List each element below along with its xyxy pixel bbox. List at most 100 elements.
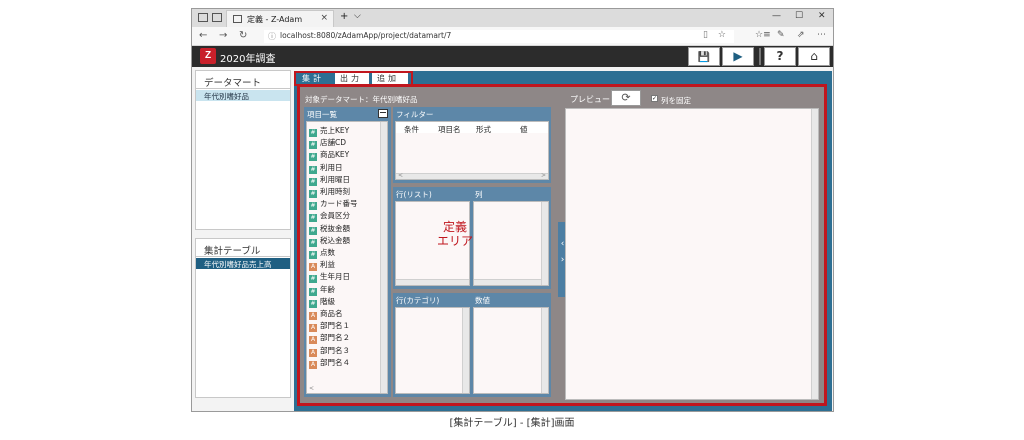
field-list-item[interactable]: # 利用日 <box>309 162 343 174</box>
field-name: 会員区分 <box>320 211 350 221</box>
address-bar[interactable]: ⓘ localhost:8080/zAdamApp/project/datama… <box>264 30 734 43</box>
preview-refresh-button[interactable]: ⟳ <box>611 90 641 106</box>
scroll-left-icon[interactable]: < <box>309 385 314 392</box>
share-icon[interactable]: ⇗ <box>797 30 805 40</box>
numeric-field-icon: # <box>309 202 317 211</box>
field-list-item[interactable]: # 税込金額 <box>309 235 350 247</box>
tab-actions-icon[interactable] <box>198 13 208 22</box>
field-name: 階級 <box>320 296 335 306</box>
field-name: 店舗CD <box>320 138 347 148</box>
reload-icon[interactable]: ↻ <box>239 30 247 41</box>
filter-panel: フィルター 条件 項目名 形式 値 < > <box>393 107 551 183</box>
filter-scrollbar[interactable] <box>396 173 548 179</box>
text-field-icon: A <box>309 348 317 357</box>
field-list-item[interactable]: # 点数 <box>309 247 335 259</box>
definition-area-label: 定義 エリア <box>423 220 487 248</box>
tab-add[interactable]: 追加 <box>372 73 408 84</box>
run-button[interactable]: ▶ <box>722 47 754 66</box>
field-list-item[interactable]: # 利用時刻 <box>309 186 350 198</box>
field-list-item[interactable]: # カード番号 <box>309 198 358 211</box>
field-name: 年齢 <box>320 284 335 294</box>
field-name: 売上KEY <box>320 126 350 135</box>
value-dropzone[interactable] <box>473 307 549 394</box>
field-list-item[interactable]: # 年齢 <box>309 284 335 296</box>
filter-col-field: 項目名 <box>438 125 461 134</box>
figure-caption: [集計テーブル] - [集計]画面 <box>449 418 575 429</box>
notes-icon[interactable]: ✎ <box>777 30 785 40</box>
forward-icon[interactable]: → <box>219 30 227 41</box>
refresh-icon: ⟳ <box>621 91 631 104</box>
text-field-icon: A <box>309 324 317 333</box>
site-info-icon[interactable]: ⓘ <box>268 31 276 42</box>
tab-close-icon[interactable]: × <box>320 13 328 23</box>
home-button[interactable]: ⌂ <box>798 47 830 66</box>
browser-tab[interactable]: 定義 - Z-Adam × <box>226 10 334 27</box>
value-scrollbar[interactable] <box>541 308 548 393</box>
fix-columns-checkbox[interactable]: ✓ <box>651 95 658 102</box>
close-window-icon[interactable]: ✕ <box>818 11 826 21</box>
definition-area-line2: エリア <box>436 234 473 248</box>
field-name: 部門名１ <box>320 321 350 331</box>
row-column-panel: 行(リスト) 列 定義 エリア <box>393 187 551 289</box>
column-vscrollbar[interactable] <box>541 202 548 285</box>
datamart-item[interactable]: 年代別嗜好品 <box>196 90 290 101</box>
field-list-item[interactable]: # 店舗CD <box>309 137 347 150</box>
datamart-panel-title: データマート <box>196 71 290 89</box>
field-list-item[interactable]: # 税抜金額 <box>309 223 350 235</box>
row-list-scrollbar[interactable] <box>396 279 469 285</box>
field-list-item[interactable]: A 利益 <box>309 259 335 272</box>
fix-columns-label: 列を固定 <box>661 96 691 105</box>
numeric-field-icon: # <box>309 251 317 259</box>
field-list-item[interactable]: A 部門名３ <box>309 345 350 357</box>
maximize-icon[interactable]: ☐ <box>795 11 803 21</box>
field-list-item[interactable]: A 部門名１ <box>309 320 350 333</box>
field-name: 利用曜日 <box>320 174 350 184</box>
table-panel-title: 集計テーブル <box>196 239 290 257</box>
set-aside-tabs-icon[interactable] <box>212 13 222 22</box>
reading-view-icon[interactable]: ▯ <box>703 30 708 40</box>
row-category-scrollbar[interactable] <box>462 308 469 393</box>
row-category-dropzone[interactable] <box>395 307 470 394</box>
table-panel: 集計テーブル 年代別嗜好品売上高 <box>195 238 291 398</box>
minimize-icon[interactable]: — <box>772 11 781 21</box>
field-list-scrollbar[interactable] <box>380 122 387 393</box>
field-list-item[interactable]: # 階級 <box>309 296 335 308</box>
column-scrollbar[interactable] <box>474 279 541 285</box>
numeric-field-icon: # <box>309 214 317 223</box>
field-list-item[interactable]: # 商品KEY <box>309 149 349 162</box>
field-list-item[interactable]: # 売上KEY <box>309 125 350 137</box>
numeric-field-icon: # <box>309 275 317 284</box>
tab-aggregate[interactable]: 集計 <box>297 73 332 84</box>
header-divider <box>759 48 761 65</box>
field-list-item[interactable]: # 生年月日 <box>309 271 350 284</box>
favorite-star-icon[interactable]: ☆ <box>718 30 726 40</box>
value-title: 数値 <box>475 296 490 305</box>
field-list-item[interactable]: # 会員区分 <box>309 210 350 223</box>
field-list-item[interactable]: A 部門名２ <box>309 332 350 345</box>
more-menu-icon[interactable]: ⋯ <box>817 30 826 40</box>
row-category-title: 行(カテゴリ) <box>396 296 440 305</box>
back-icon[interactable]: ← <box>199 30 207 41</box>
field-list-toggle-icon[interactable] <box>378 109 388 118</box>
page-icon <box>233 15 242 23</box>
table-item[interactable]: 年代別嗜好品売上高 <box>196 258 290 269</box>
row-list-title: 行(リスト) <box>396 190 432 199</box>
field-list-item[interactable]: A 部門名４ <box>309 357 350 369</box>
field-list-item[interactable]: A 商品名 <box>309 308 343 320</box>
new-tab-icon[interactable]: + <box>340 11 348 22</box>
url-text[interactable]: localhost:8080/zAdamApp/project/datamart… <box>280 31 451 40</box>
save-button[interactable]: 💾 <box>688 47 720 66</box>
aggregate-workspace: 対象データマート：年代別嗜好品 項目一覧 # 売上KEY # 店舗CD # 商品KEY # 利… <box>297 84 827 406</box>
filter-title: フィルター <box>396 110 434 119</box>
field-name: 生年月日 <box>320 272 350 282</box>
preview-scrollbar[interactable] <box>811 109 818 399</box>
tab-output[interactable]: 出力 <box>335 73 369 84</box>
tab-menu-icon[interactable]: ⌵ <box>354 11 361 21</box>
numeric-field-icon: # <box>309 299 317 308</box>
field-name: カード番号 <box>320 199 358 209</box>
field-list-item[interactable]: # 利用曜日 <box>309 174 350 186</box>
favorites-hub-icon[interactable]: ☆≡ <box>755 30 771 40</box>
field-name: 利益 <box>320 260 335 270</box>
help-button[interactable]: ? <box>764 47 796 66</box>
field-name: 税抜金額 <box>320 223 350 233</box>
